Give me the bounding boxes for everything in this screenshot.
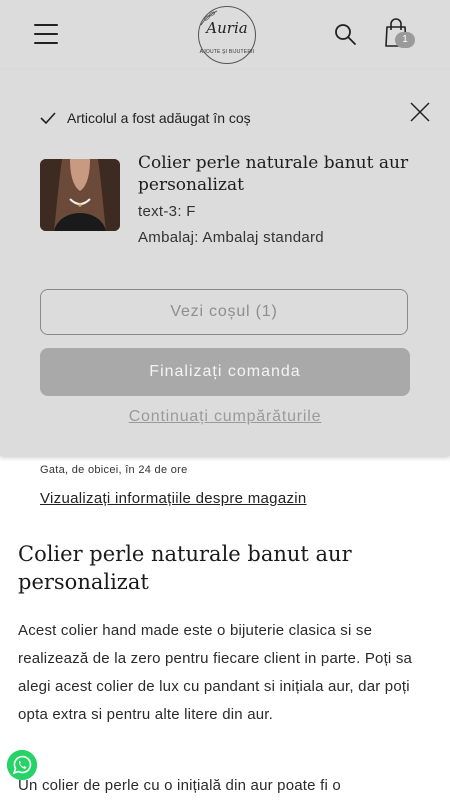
store-info-link[interactable]: Vizualizați informațiile despre magazin — [40, 490, 307, 507]
cart-notification: Articolul a fost adăugat în coș Colier p… — [0, 70, 450, 456]
product-thumbnail — [40, 159, 120, 231]
product-description: Acest colier hand made este o bijuterie … — [18, 622, 413, 723]
cart-count-badge: 1 — [395, 32, 415, 48]
product-title: Colier perle naturale banut aur personal… — [18, 542, 352, 594]
product-name: Colier perle naturale banut aur personal… — [138, 153, 409, 195]
site-logo[interactable]: Auria AJOUTE ŞI BIJUTERII — [192, 6, 262, 64]
pickup-ready-text: Gata, de obicei, în 24 de ore — [40, 464, 188, 476]
product-option-text: text-3: F — [138, 203, 196, 220]
menu-icon[interactable] — [34, 24, 58, 44]
logo-text: Auria — [206, 19, 248, 37]
checkout-button[interactable]: Finalizați comanda — [40, 348, 410, 396]
whatsapp-icon[interactable] — [7, 750, 37, 780]
product-option-packaging: Ambalaj: Ambalaj standard — [138, 229, 324, 246]
close-icon[interactable] — [409, 101, 431, 123]
search-icon[interactable] — [333, 22, 357, 46]
continue-shopping-link[interactable]: Continuați cumpărăturile — [0, 408, 450, 426]
check-icon — [40, 112, 56, 124]
product-description-continued: Un colier de perle cu o inițială din aur… — [18, 777, 341, 794]
view-cart-button[interactable]: Vezi coșul (1) — [40, 289, 408, 335]
logo-circle: Auria AJOUTE ŞI BIJUTERII — [198, 6, 256, 64]
cart-notice-message: Articolul a fost adăugat în coș — [67, 110, 251, 126]
site-header: Auria AJOUTE ŞI BIJUTERII 1 — [0, 0, 450, 70]
logo-tagline: AJOUTE ŞI BIJUTERII — [199, 49, 255, 55]
